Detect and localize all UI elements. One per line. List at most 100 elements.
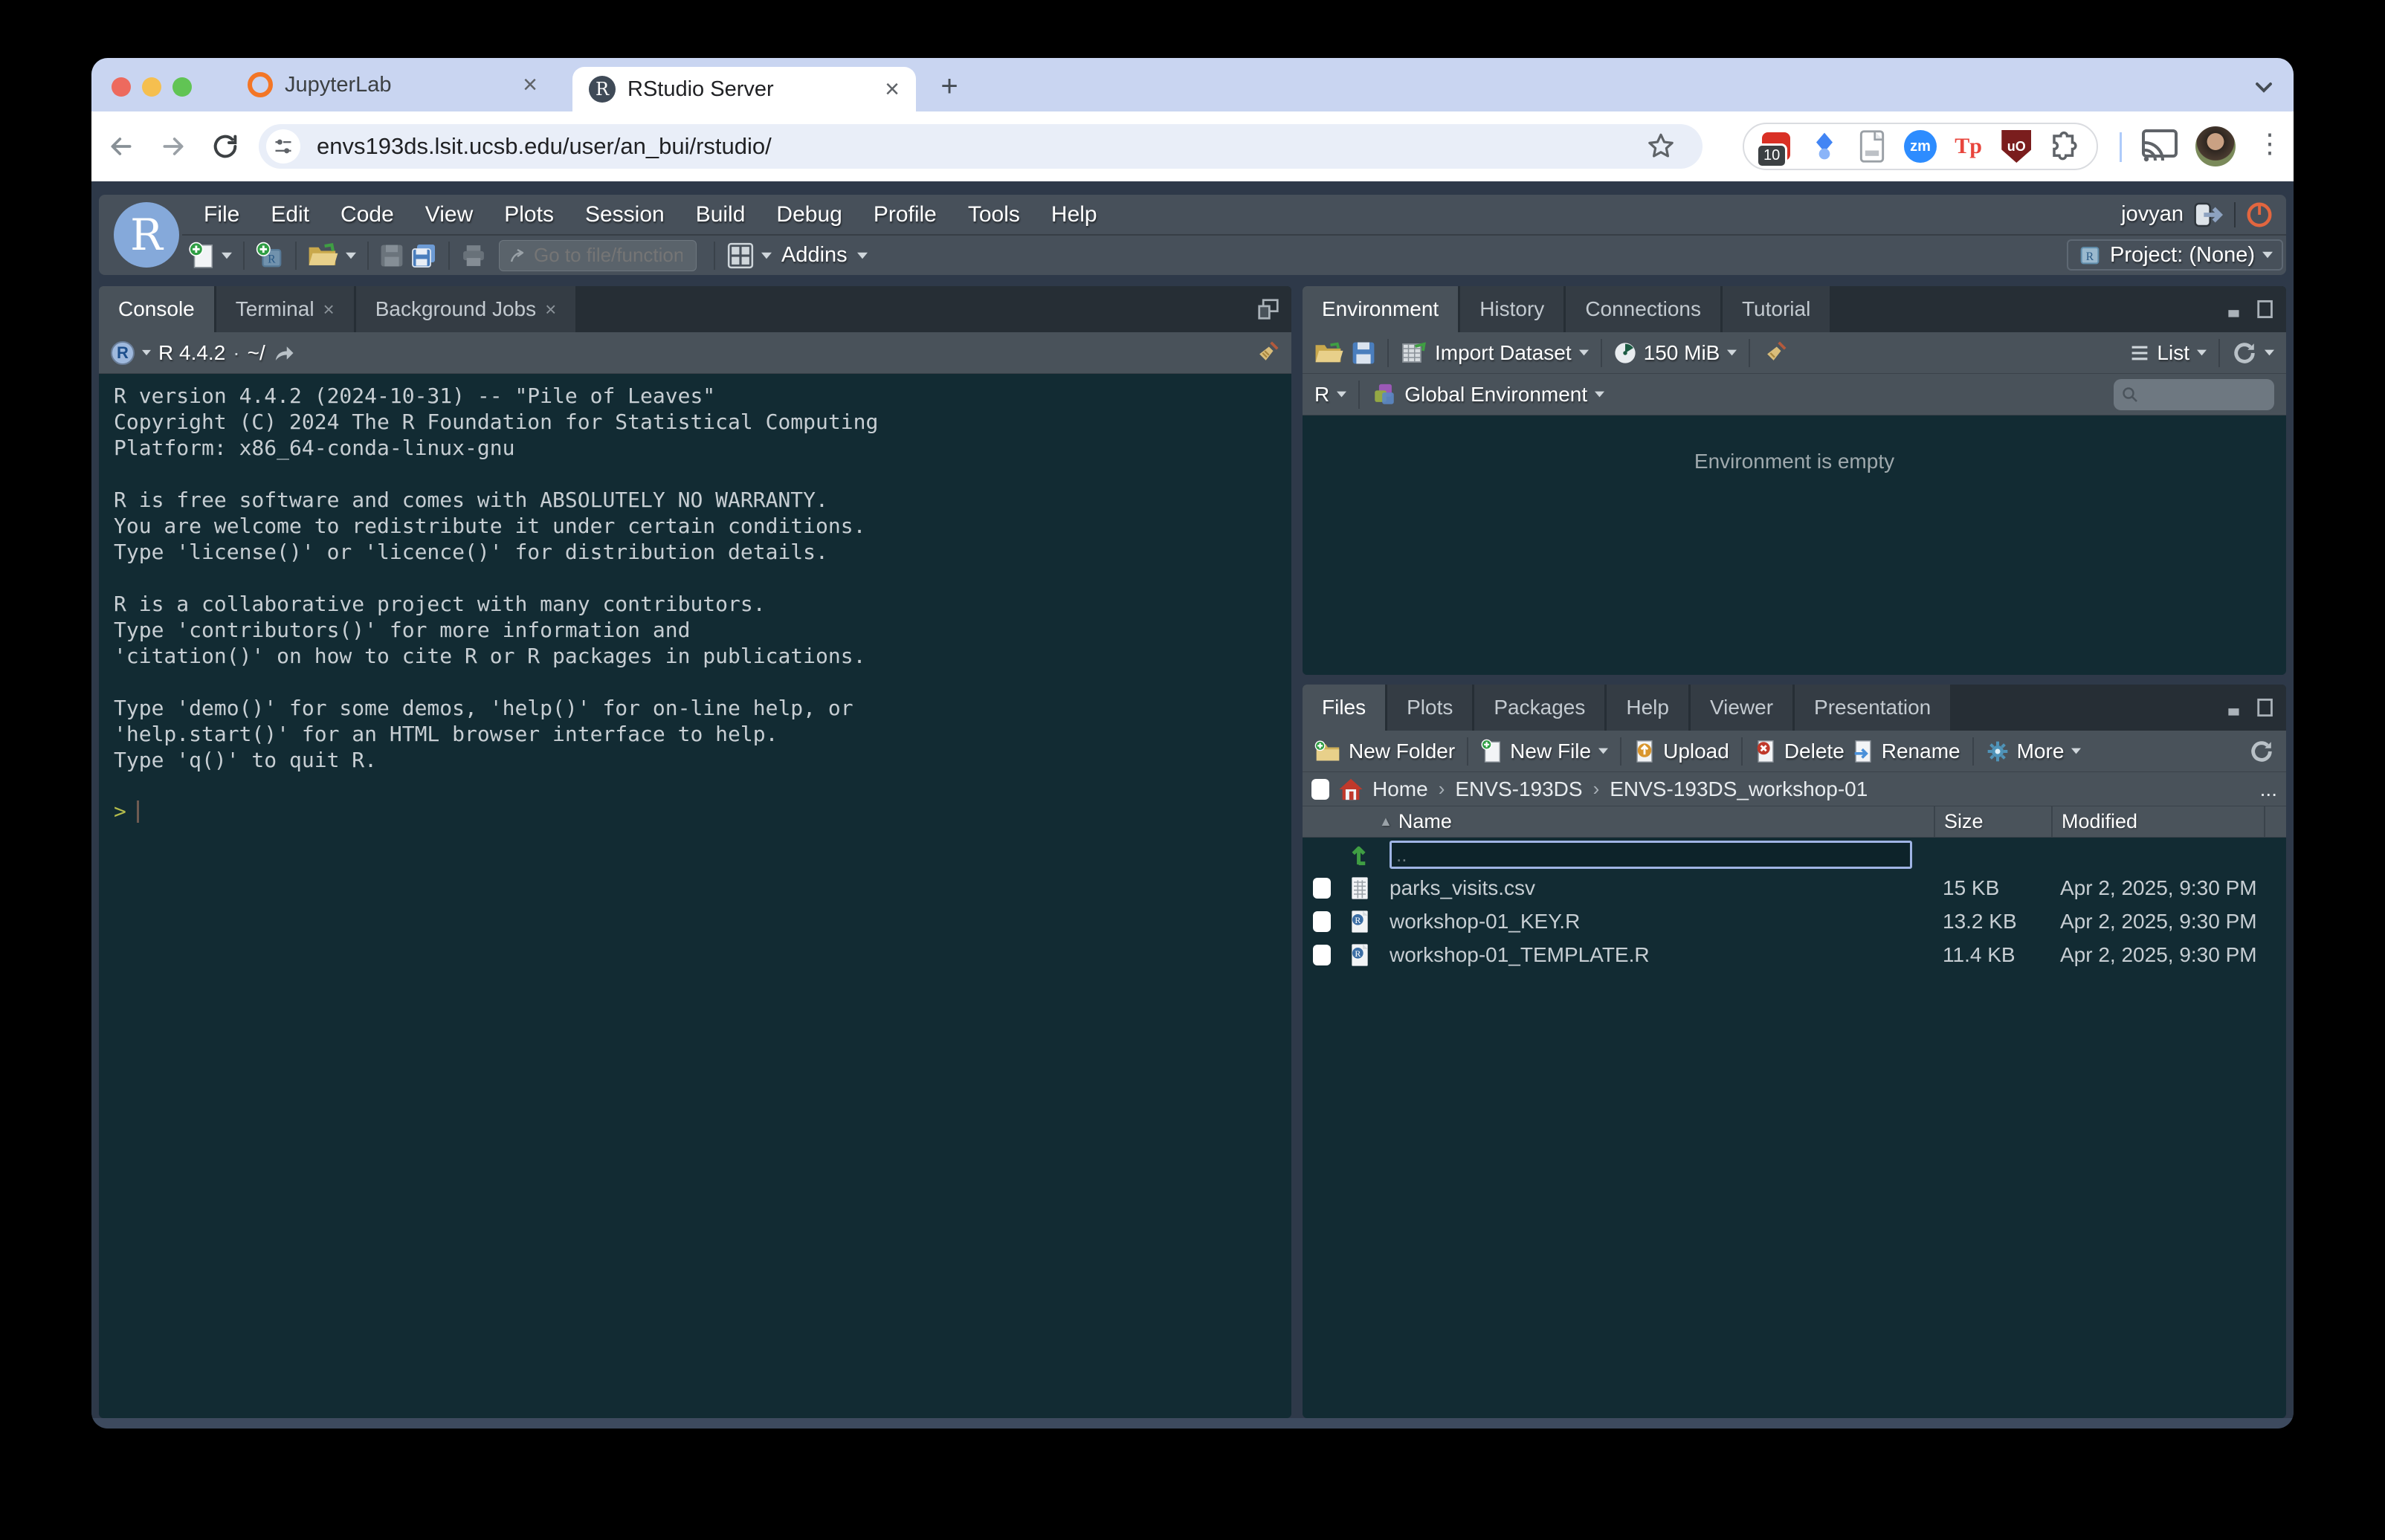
addins-button[interactable]: Addins xyxy=(781,243,848,268)
new-file-icon[interactable] xyxy=(188,242,215,270)
r-version-label[interactable]: R 4.4.2 xyxy=(158,341,225,365)
minimize-pane-icon[interactable] xyxy=(2227,300,2246,319)
tab-plots[interactable]: Plots xyxy=(1387,685,1472,731)
file-row-parks-visits[interactable]: parks_visits.csv 15 KB Apr 2, 2025, 9:30… xyxy=(1303,871,2286,905)
clear-console-broom-icon[interactable] xyxy=(1254,340,1279,366)
menu-help[interactable]: Help xyxy=(1036,202,1113,227)
drive-extension-icon[interactable] xyxy=(1807,129,1842,164)
scope-caret[interactable] xyxy=(1595,391,1604,398)
select-all-checkbox[interactable] xyxy=(1311,779,1329,800)
tab-viewer[interactable]: Viewer xyxy=(1691,685,1792,731)
open-in-new-icon[interactable] xyxy=(273,343,295,363)
tab-connections[interactable]: Connections xyxy=(1566,286,1720,332)
tampermonkey-extension-icon[interactable]: Tp xyxy=(1952,129,1986,164)
close-icon[interactable]: × xyxy=(885,77,900,102)
file-row-workshop-key[interactable]: R workshop-01_KEY.R 13.2 KB Apr 2, 2025,… xyxy=(1303,905,2286,938)
forward-button[interactable] xyxy=(157,130,190,163)
cast-icon[interactable] xyxy=(2142,129,2178,162)
upload-button[interactable]: Upload xyxy=(1633,739,1729,764)
column-size[interactable]: Size xyxy=(1934,806,2051,837)
close-icon[interactable]: × xyxy=(323,298,335,321)
rename-button[interactable]: Rename xyxy=(1852,739,1960,764)
environment-search-input[interactable] xyxy=(2143,383,2262,406)
goto-file-function-input[interactable] xyxy=(534,244,682,267)
back-button[interactable] xyxy=(105,130,138,163)
browser-tab-jupyterlab[interactable]: JupyterLab × xyxy=(231,58,554,111)
rename-input-box[interactable]: .. xyxy=(1390,841,1912,869)
load-workspace-icon[interactable] xyxy=(1314,340,1344,366)
new-project-icon[interactable]: R xyxy=(256,242,284,270)
console-output[interactable]: R version 4.4.2 (2024-10-31) -- "Pile of… xyxy=(99,374,1291,832)
menu-profile[interactable]: Profile xyxy=(858,202,952,227)
new-tab-button[interactable]: + xyxy=(933,70,966,103)
file-name[interactable]: workshop-01_TEMPLATE.R xyxy=(1379,943,1934,967)
tab-console[interactable]: Console xyxy=(99,286,214,332)
new-folder-button[interactable]: New Folder xyxy=(1314,740,1455,763)
menu-plots[interactable]: Plots xyxy=(488,202,569,227)
close-icon[interactable]: × xyxy=(545,298,556,321)
close-window-button[interactable] xyxy=(112,77,131,97)
sign-out-icon[interactable] xyxy=(2194,202,2224,227)
refresh-files-icon[interactable] xyxy=(2249,739,2274,764)
console-prompt-row[interactable]: > xyxy=(114,799,1277,824)
tab-files[interactable]: Files xyxy=(1303,685,1385,731)
clear-environment-broom-icon[interactable] xyxy=(1762,340,1787,366)
menu-file[interactable]: File xyxy=(188,202,255,227)
close-icon[interactable]: × xyxy=(523,72,538,97)
document-extension-icon[interactable] xyxy=(1855,129,1889,164)
list-view-label[interactable]: List xyxy=(2157,341,2189,365)
delete-button[interactable]: Delete xyxy=(1755,739,1845,764)
menu-code[interactable]: Code xyxy=(325,202,410,227)
working-directory-label[interactable]: ~/ xyxy=(248,341,265,365)
memory-caret[interactable] xyxy=(1727,349,1737,356)
file-checkbox[interactable] xyxy=(1313,878,1331,899)
memory-usage-label[interactable]: 150 MiB xyxy=(1644,341,1720,365)
restore-pane-icon[interactable] xyxy=(1257,298,1279,320)
project-selector[interactable]: R Project: (None) xyxy=(2067,239,2283,271)
import-dataset-icon[interactable] xyxy=(1401,341,1427,365)
column-modified[interactable]: Modified xyxy=(2051,806,2264,837)
file-name[interactable]: workshop-01_KEY.R xyxy=(1379,910,1934,934)
menu-build[interactable]: Build xyxy=(680,202,761,227)
pane-layout-icon[interactable] xyxy=(726,242,755,270)
extensions-puzzle-icon[interactable] xyxy=(2047,129,2082,164)
refresh-caret[interactable] xyxy=(2265,349,2274,356)
ublock-extension-icon[interactable]: uO xyxy=(1999,129,2033,164)
language-selector[interactable]: R xyxy=(1314,383,1329,407)
tab-background-jobs[interactable]: Background Jobs × xyxy=(356,286,576,332)
bookmark-star-icon[interactable] xyxy=(1645,131,1676,162)
tab-packages[interactable]: Packages xyxy=(1474,685,1604,731)
minimize-pane-icon[interactable] xyxy=(2227,698,2246,717)
path-overflow-button[interactable]: ... xyxy=(2260,777,2277,801)
zoom-window-button[interactable] xyxy=(172,77,192,97)
menu-edit[interactable]: Edit xyxy=(255,202,325,227)
rename-field-wrapper[interactable]: .. xyxy=(1379,841,1934,869)
goto-file-function-box[interactable] xyxy=(499,240,697,271)
scope-selector[interactable]: Global Environment xyxy=(1404,383,1587,407)
minimize-window-button[interactable] xyxy=(142,77,161,97)
quit-session-power-icon[interactable] xyxy=(2246,201,2273,228)
file-row-workshop-template[interactable]: R workshop-01_TEMPLATE.R 11.4 KB Apr 2, … xyxy=(1303,938,2286,971)
file-name[interactable]: parks_visits.csv xyxy=(1379,876,1934,900)
list-view-icon[interactable] xyxy=(2130,344,2149,362)
file-checkbox[interactable] xyxy=(1313,911,1331,932)
column-name[interactable]: ▲ Name xyxy=(1379,806,1934,837)
environment-search-box[interactable] xyxy=(2114,379,2274,410)
menu-view[interactable]: View xyxy=(410,202,488,227)
tab-search-chevron-icon[interactable] xyxy=(2250,73,2277,100)
breadcrumb-home[interactable]: Home xyxy=(1372,777,1428,801)
profile-avatar[interactable] xyxy=(2195,126,2236,166)
browser-menu-icon[interactable]: ⋮ xyxy=(2256,128,2283,159)
more-button[interactable]: More xyxy=(1986,740,2082,763)
site-settings-icon[interactable] xyxy=(266,129,300,164)
browser-tab-rstudio[interactable]: R RStudio Server × xyxy=(572,67,916,111)
maximize-pane-icon[interactable] xyxy=(2255,300,2274,319)
tab-history[interactable]: History xyxy=(1460,286,1563,332)
menu-tools[interactable]: Tools xyxy=(952,202,1036,227)
refresh-environment-icon[interactable] xyxy=(2232,340,2257,366)
new-file-button[interactable]: New File xyxy=(1480,739,1608,764)
open-file-icon[interactable] xyxy=(308,242,339,269)
memory-usage-icon[interactable] xyxy=(1614,342,1636,364)
address-bar[interactable]: envs193ds.lsit.ucsb.edu/user/an_bui/rstu… xyxy=(259,124,1703,169)
save-all-icon[interactable] xyxy=(410,242,437,269)
